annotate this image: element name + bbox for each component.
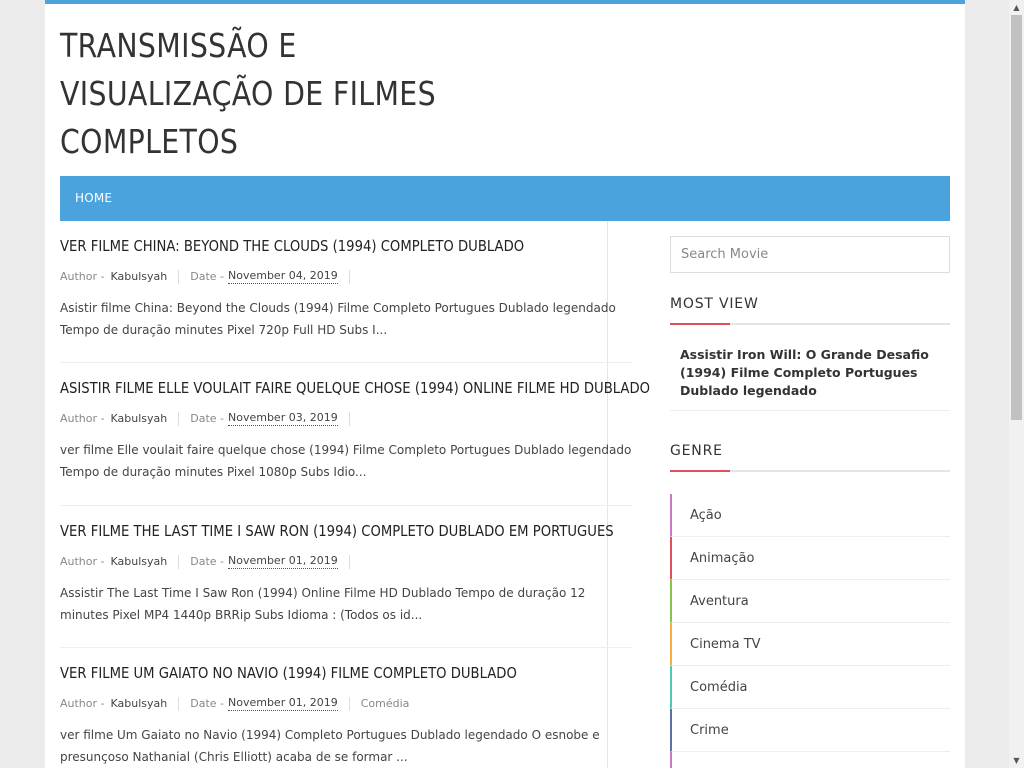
meta-separator	[178, 555, 180, 569]
post-item: Asistir filme Elle voulait faire quelque…	[60, 378, 650, 483]
author-label: Author -	[60, 697, 105, 710]
post-title-link[interactable]: Ver filme China: Beyond the Clouds (1994…	[60, 236, 563, 256]
meta-separator	[178, 412, 180, 426]
post-excerpt: ver filme Um Gaiato no Navio (1994) Comp…	[60, 728, 600, 764]
post-category-link[interactable]: Comédia	[361, 696, 410, 712]
post-item: Ver filme Um Gaiato no Navio (1994) Film…	[60, 663, 632, 768]
date-label: Date -	[190, 697, 224, 710]
author-label: Author -	[60, 412, 105, 425]
scroll-down-icon[interactable]: ▼	[1009, 753, 1024, 768]
post-excerpt: Asistir filme China: Beyond the Clouds (…	[60, 301, 616, 337]
author-link[interactable]: Kabulsyah	[111, 696, 168, 712]
author-link[interactable]: Kabulsyah	[111, 554, 168, 570]
genre-item[interactable]: Aventura	[670, 580, 950, 623]
site-title[interactable]: Transmissão e Visualização de Filmes Com…	[60, 22, 456, 166]
author-link[interactable]: Kabulsyah	[111, 269, 168, 285]
author-label: Author -	[60, 555, 105, 568]
post-meta: Author - Kabulsyah Date - November 03, 2019	[60, 411, 632, 427]
post-excerpt: ver filme Elle voulait faire quelque cho…	[60, 443, 632, 479]
post-title-link[interactable]: Ver filme Um Gaiato no Navio (1994) Film…	[60, 663, 563, 683]
nav-home[interactable]: Home	[75, 176, 112, 221]
meta-separator	[348, 270, 350, 284]
post-meta: Author - Kabulsyah Date - November 04, 2019	[60, 269, 632, 285]
post-date: November 03, 2019	[228, 411, 338, 426]
post-title-link[interactable]: Ver filme The Last Time I Saw Ron (1994)…	[60, 521, 614, 541]
post-divider	[60, 505, 632, 506]
main-nav: Home	[60, 176, 950, 221]
post-meta: Author - Kabulsyah Date - November 01, 2019	[60, 554, 632, 570]
search-input[interactable]	[670, 236, 950, 273]
post-item: Ver filme China: Beyond the Clouds (1994…	[60, 236, 632, 341]
date-label: Date -	[190, 412, 224, 425]
meta-separator	[178, 270, 180, 284]
genre-item[interactable]	[670, 752, 950, 768]
genre-item[interactable]: Animação	[670, 537, 950, 580]
post-item: Ver filme The Last Time I Saw Ron (1994)…	[60, 521, 632, 626]
most-view-title: Most View	[670, 296, 950, 325]
post-divider	[60, 362, 632, 363]
post-date: November 01, 2019	[228, 696, 338, 711]
meta-separator	[178, 697, 180, 711]
genre-item[interactable]: Ação	[670, 494, 950, 537]
genre-item[interactable]: Crime	[670, 709, 950, 752]
genre-list: Ação Animação Aventura Cinema TV Comédia…	[670, 494, 950, 768]
page-scrollbar[interactable]: ▲ ▼	[1009, 0, 1024, 768]
meta-separator	[348, 412, 350, 426]
post-date: November 01, 2019	[228, 554, 338, 569]
post-title-link[interactable]: Asistir filme Elle voulait faire quelque…	[60, 378, 650, 398]
post-date: November 04, 2019	[228, 269, 338, 284]
post-divider	[60, 647, 632, 648]
author-link[interactable]: Kabulsyah	[111, 411, 168, 427]
scrollbar-thumb[interactable]	[1011, 15, 1022, 420]
post-excerpt: Assistir The Last Time I Saw Ron (1994) …	[60, 586, 586, 622]
genre-title: Genre	[670, 443, 950, 472]
scroll-up-icon[interactable]: ▲	[1009, 0, 1024, 15]
meta-separator	[348, 697, 350, 711]
author-label: Author -	[60, 270, 105, 283]
post-meta: Author - Kabulsyah Date - November 01, 2019…	[60, 696, 632, 712]
date-label: Date -	[190, 270, 224, 283]
meta-separator	[348, 555, 350, 569]
genre-item[interactable]: Cinema TV	[670, 623, 950, 666]
genre-item[interactable]: Comédia	[670, 666, 950, 709]
date-label: Date -	[190, 555, 224, 568]
popular-post-link[interactable]: Assistir Iron Will: O Grande Desafio (19…	[670, 342, 950, 411]
